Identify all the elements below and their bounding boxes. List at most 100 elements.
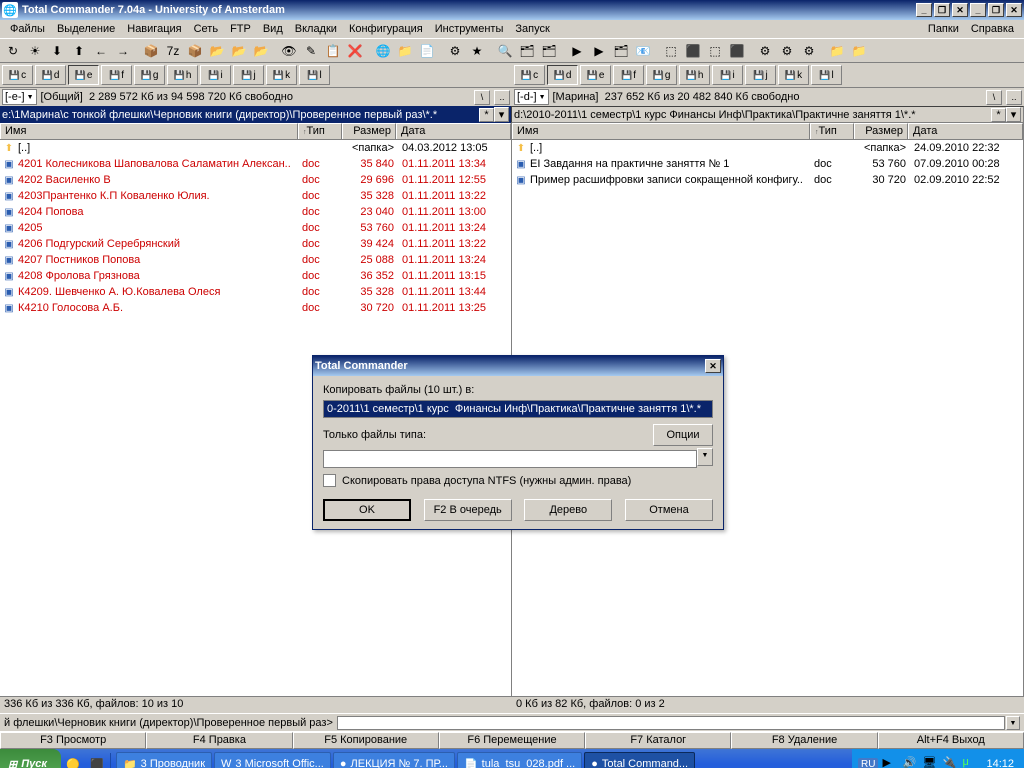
col-size[interactable]: Размер <box>342 123 396 139</box>
toolbar-button[interactable]: ⬛ <box>682 40 704 62</box>
dialog-cancel-button[interactable]: Отмена <box>625 499 713 521</box>
toolbar-button[interactable]: 📂 <box>206 40 228 62</box>
toolbar-button[interactable]: ↻ <box>2 40 24 62</box>
toolbar-button[interactable]: 👁 <box>278 40 300 62</box>
dialog-ntfs-checkbox[interactable] <box>323 474 336 487</box>
toolbar-button[interactable]: → <box>112 40 134 62</box>
menu-Папки[interactable]: Папки <box>922 21 965 37</box>
toolbar-button[interactable]: ⬆ <box>68 40 90 62</box>
right-hist-button[interactable]: ▾ <box>1006 107 1021 122</box>
right-path-bar[interactable]: d:\2010-2011\1 семестр\1 курс Финансы Ин… <box>511 106 1024 123</box>
toolbar-button[interactable]: 📁 <box>394 40 416 62</box>
toolbar-button[interactable]: 📄 <box>416 40 438 62</box>
drive-f[interactable]: 💾f <box>101 65 132 85</box>
toolbar-button[interactable]: 🗂 <box>516 40 538 62</box>
toolbar-button[interactable]: ⚙ <box>444 40 466 62</box>
right-fav-button[interactable]: * <box>991 108 1006 122</box>
drive-d[interactable]: 💾d <box>35 65 66 85</box>
cmdline-history-button[interactable]: ▼ <box>1006 716 1020 730</box>
toolbar-button[interactable]: 📦 <box>140 40 162 62</box>
right-up-button[interactable]: .. <box>1006 90 1022 105</box>
file-row[interactable]: ▣4204 Поповаdoc23 04001.11.2011 13:00 <box>0 204 511 220</box>
drive-i[interactable]: 💾i <box>200 65 231 85</box>
ql-icon[interactable]: ⬛ <box>86 753 108 768</box>
file-row[interactable]: ▣4202 Василенко Вdoc29 69601.11.2011 12:… <box>0 172 511 188</box>
toolbar-button[interactable]: 📋 <box>322 40 344 62</box>
fn-button[interactable]: F5 Копирование <box>293 732 439 749</box>
file-row[interactable]: ▣К4209. Шевченко А. Ю.Ковалева Олесяdoc3… <box>0 284 511 300</box>
toolbar-button[interactable]: 🌐 <box>372 40 394 62</box>
restore-button[interactable]: ❐ <box>934 3 950 17</box>
file-row[interactable]: ▣Пример расшифровки записи сокращенной к… <box>512 172 1023 188</box>
toolbar-button[interactable]: 📂 <box>250 40 272 62</box>
col-date[interactable]: Дата <box>396 123 511 139</box>
file-row[interactable]: ▣4208 Фролова Грязноваdoc36 35201.11.201… <box>0 268 511 284</box>
tray-icon[interactable]: 🔌 <box>942 756 958 768</box>
toolbar-button[interactable]: ▶ <box>588 40 610 62</box>
toolbar-button[interactable]: 📁 <box>848 40 870 62</box>
lang-indicator[interactable]: RU <box>858 758 878 768</box>
file-row[interactable]: ▣4207 Постников Поповаdoc25 08801.11.201… <box>0 252 511 268</box>
tray-icon[interactable]: 🔊 <box>902 756 918 768</box>
drive-d[interactable]: 💾d <box>547 65 578 85</box>
tray-icon[interactable]: ▶ <box>882 756 898 768</box>
dialog-target-input[interactable] <box>323 400 713 418</box>
toolbar-button[interactable]: ⬚ <box>660 40 682 62</box>
menu-Сеть[interactable]: Сеть <box>188 21 224 37</box>
file-row[interactable]: ▣4205doc53 76001.11.2011 13:24 <box>0 220 511 236</box>
toolbar-button[interactable]: ☀ <box>24 40 46 62</box>
menu-Вид[interactable]: Вид <box>257 21 289 37</box>
task-item[interactable]: 📄tula_tsu_028.pdf ... <box>457 752 582 768</box>
toolbar-button[interactable]: 📧 <box>632 40 654 62</box>
drive-c[interactable]: 💾c <box>2 65 33 85</box>
dialog-tree-button[interactable]: Дерево <box>524 499 612 521</box>
fn-button[interactable]: F8 Удаление <box>731 732 877 749</box>
file-row[interactable]: ⬆[..]<папка>04.03.2012 13:05 <box>0 140 511 156</box>
right-root-button[interactable]: \ <box>986 90 1002 105</box>
toolbar-button[interactable]: ← <box>90 40 112 62</box>
drive-k[interactable]: 💾k <box>266 65 297 85</box>
toolbar-button[interactable]: ❌ <box>344 40 366 62</box>
taskbar-clock[interactable]: 14:12 <box>982 758 1018 768</box>
menu-Выделение[interactable]: Выделение <box>51 21 121 37</box>
sys-close-button[interactable]: ✕ <box>1006 3 1022 17</box>
toolbar-button[interactable]: ⬚ <box>704 40 726 62</box>
file-row[interactable]: ▣4203Прантенко К.П Коваленко Юлия.doc35 … <box>0 188 511 204</box>
left-root-button[interactable]: \ <box>474 90 490 105</box>
col-name[interactable]: Имя <box>0 123 298 139</box>
menu-Вкладки[interactable]: Вкладки <box>289 21 343 37</box>
col-name[interactable]: Имя <box>512 123 810 139</box>
menu-Конфигурация[interactable]: Конфигурация <box>343 21 429 37</box>
dialog-ok-button[interactable]: OK <box>323 499 411 521</box>
drive-i[interactable]: 💾i <box>712 65 743 85</box>
file-row[interactable]: ▣4206 Подгурский Серебрянскийdoc39 42401… <box>0 236 511 252</box>
dialog-queue-button[interactable]: F2 В очередь <box>424 499 512 521</box>
menu-Справка[interactable]: Справка <box>965 21 1020 37</box>
tray-icon[interactable]: μ <box>962 756 978 768</box>
menu-Инструменты[interactable]: Инструменты <box>429 21 510 37</box>
left-path-bar[interactable]: e:\1Марина\с тонкой флешки\Черновик книг… <box>0 106 511 123</box>
toolbar-button[interactable]: 7z <box>162 40 184 62</box>
left-drive-combo[interactable]: [-e-]▼ <box>2 89 37 105</box>
drive-j[interactable]: 💾j <box>233 65 264 85</box>
task-item[interactable]: W3 Microsoft Offic... <box>214 752 331 768</box>
right-drive-combo[interactable]: [-d-]▼ <box>514 89 549 105</box>
drive-g[interactable]: 💾g <box>646 65 677 85</box>
task-item[interactable]: ●Total Command... <box>584 752 695 768</box>
drive-j[interactable]: 💾j <box>745 65 776 85</box>
toolbar-button[interactable]: 📁 <box>826 40 848 62</box>
drive-g[interactable]: 💾g <box>134 65 165 85</box>
sys-restore-button[interactable]: ❐ <box>988 3 1004 17</box>
drive-h[interactable]: 💾h <box>167 65 198 85</box>
dialog-filter-input[interactable] <box>323 450 697 468</box>
toolbar-button[interactable]: ▶ <box>566 40 588 62</box>
toolbar-button[interactable]: 📂 <box>228 40 250 62</box>
drive-f[interactable]: 💾f <box>613 65 644 85</box>
toolbar-button[interactable]: ⚙ <box>754 40 776 62</box>
close-button[interactable]: ✕ <box>952 3 968 17</box>
toolbar-button[interactable]: 📦 <box>184 40 206 62</box>
file-row[interactable]: ▣4201 Колесникова Шаповалова Саламатин А… <box>0 156 511 172</box>
fn-button[interactable]: F4 Правка <box>146 732 292 749</box>
toolbar-button[interactable]: 🗂 <box>538 40 560 62</box>
menu-Файлы[interactable]: Файлы <box>4 21 51 37</box>
